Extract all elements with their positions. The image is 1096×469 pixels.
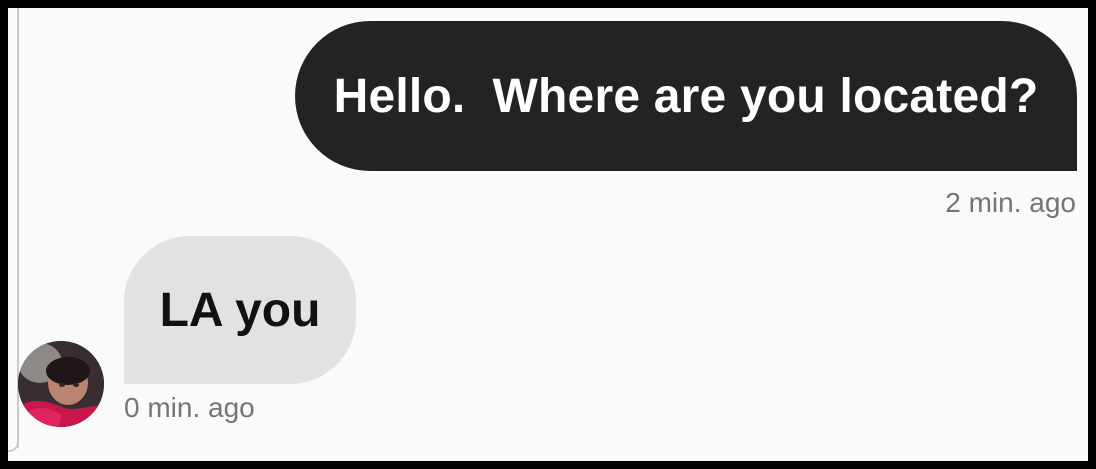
- incoming-message-timestamp: 0 min. ago: [124, 392, 255, 423]
- outgoing-message-timestamp: 2 min. ago: [945, 187, 1076, 218]
- thread-divider-hook: [8, 440, 19, 452]
- chat-thread: Hello. Where are you located? 2 min. ago…: [8, 8, 1088, 461]
- contact-avatar-photo-icon: [18, 341, 104, 427]
- incoming-message-bubble[interactable]: LA you: [124, 236, 356, 384]
- outgoing-message-bubble[interactable]: Hello. Where are you located?: [295, 21, 1077, 171]
- incoming-message-text: LA you: [159, 283, 321, 337]
- outgoing-message-text: Hello. Where are you located?: [333, 69, 1039, 123]
- contact-avatar[interactable]: [18, 341, 104, 427]
